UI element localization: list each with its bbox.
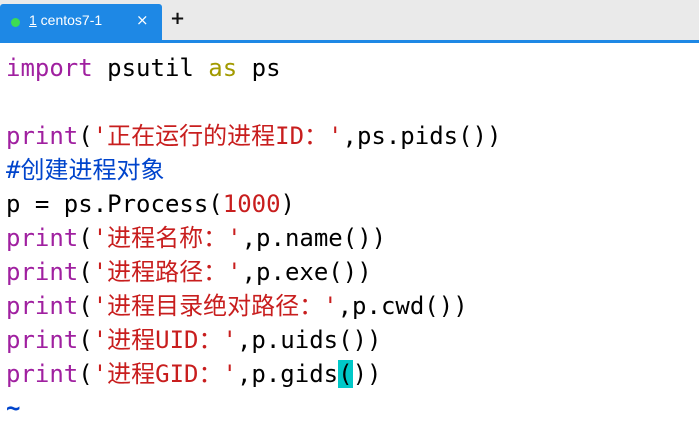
string-literal: '正在运行的进程ID：' bbox=[92, 122, 343, 150]
code-line: print('进程名称：',p.name()) bbox=[6, 221, 696, 255]
code-line: p = ps.Process(1000) bbox=[6, 187, 696, 221]
close-icon[interactable]: × bbox=[136, 11, 149, 29]
tab-number: 1 bbox=[29, 12, 37, 28]
code-line: ~ bbox=[6, 391, 696, 425]
string-literal: '进程UID：' bbox=[92, 326, 237, 354]
code-line: import psutil as ps bbox=[6, 51, 696, 85]
code-text: ( bbox=[78, 224, 93, 252]
code-text: ) bbox=[280, 190, 295, 218]
code-editor[interactable]: import psutil as ps print('正在运行的进程ID：',p… bbox=[6, 51, 696, 426]
code-text: ,p.cwd()) bbox=[337, 292, 468, 320]
code-text: ( bbox=[78, 258, 93, 286]
function-name: print bbox=[6, 326, 79, 354]
code-text: ( bbox=[78, 122, 93, 150]
comment: #创建进程对象 bbox=[6, 156, 165, 184]
code-text: ( bbox=[78, 360, 93, 388]
code-line: #创建进程对象 bbox=[6, 153, 696, 187]
code-text: ,p.uids()) bbox=[236, 326, 382, 354]
code-line: print('进程UID：',p.uids()) bbox=[6, 323, 696, 357]
code-text: p = ps.Process( bbox=[6, 190, 223, 218]
code-text: ,p.name()) bbox=[241, 224, 387, 252]
code-line: print('正在运行的进程ID：',ps.pids()) bbox=[6, 119, 696, 153]
code-text: ,p.exe()) bbox=[241, 258, 372, 286]
function-name: print bbox=[6, 292, 79, 320]
tab-bar: 1 centos7-1 × + bbox=[0, 0, 699, 43]
empty-line-marker: ~ bbox=[6, 394, 21, 422]
code-line: print('进程GID：',p.gids()) bbox=[6, 357, 696, 391]
string-literal: '进程路径：' bbox=[92, 258, 242, 286]
keyword: import bbox=[6, 54, 93, 82]
new-tab-icon[interactable]: + bbox=[170, 8, 185, 29]
code-line: print('进程目录绝对路径：',p.cwd()) bbox=[6, 289, 696, 323]
code-text: ,p.gids bbox=[236, 360, 339, 388]
code-line: print('进程路径：',p.exe()) bbox=[6, 255, 696, 289]
code-text: ( bbox=[78, 326, 93, 354]
code-text: ps bbox=[237, 54, 281, 82]
tab-centos7-1[interactable]: 1 centos7-1 × bbox=[0, 4, 162, 40]
tab-name: centos7-1 bbox=[36, 12, 103, 28]
function-name: print bbox=[6, 122, 79, 150]
string-literal: '进程GID：' bbox=[92, 360, 237, 388]
code-text: )) bbox=[352, 360, 382, 388]
function-name: print bbox=[6, 258, 79, 286]
text-cursor: ( bbox=[338, 360, 353, 388]
number-literal: 1000 bbox=[222, 190, 281, 218]
string-literal: '进程目录绝对路径：' bbox=[92, 292, 338, 320]
code-text: ( bbox=[78, 292, 93, 320]
code-text: ,ps.pids()) bbox=[342, 122, 502, 150]
function-name: print bbox=[6, 224, 79, 252]
tab-label: 1 centos7-1 bbox=[29, 12, 102, 28]
code-text: psutil bbox=[92, 54, 209, 82]
connection-status-icon bbox=[11, 18, 20, 27]
string-literal: '进程名称：' bbox=[92, 224, 242, 252]
keyword: as bbox=[208, 54, 238, 82]
function-name: print bbox=[6, 360, 79, 388]
